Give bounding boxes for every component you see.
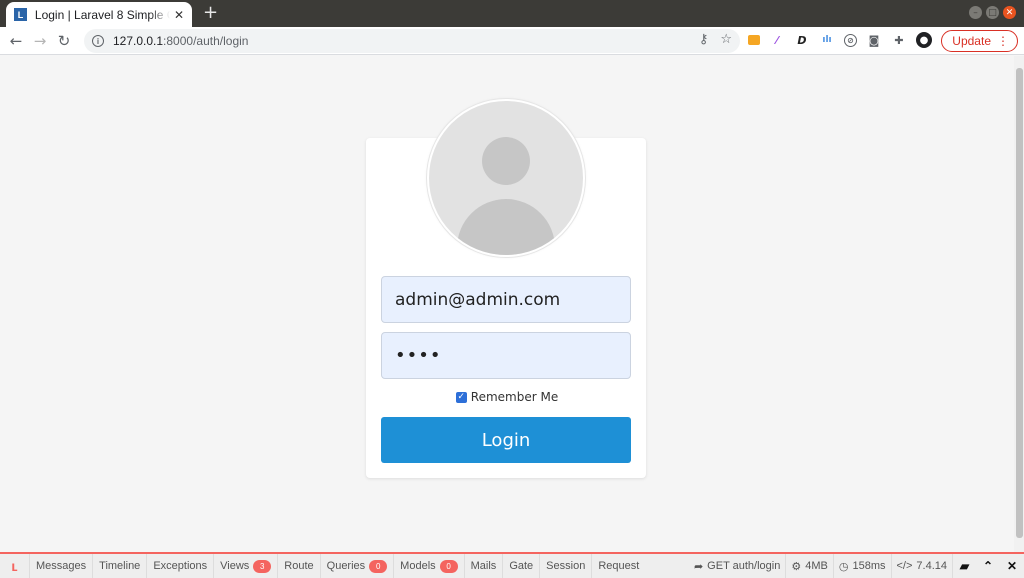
debugbar-tab-messages[interactable]: Messages [30,554,94,578]
debugbar-tab-models[interactable]: Models 0 [394,554,465,578]
extension-circle-icon[interactable]: ⊘ [844,33,857,47]
scroll-thumb[interactable] [1016,68,1023,538]
time-text: 158ms [852,560,886,572]
request-info[interactable]: ➦ GET auth/login [689,554,785,578]
remember-checkbox[interactable]: ✓ [455,391,467,403]
memory-text: 4MB [805,560,828,572]
debugbar-logo-icon[interactable]: ʟ [0,554,30,578]
debugbar-tab-route[interactable]: Route [278,554,321,578]
window-controls: – □ ✕ [969,6,1016,19]
avatar-icon [427,99,585,257]
tab-label: Request [598,560,640,572]
tab-label: Mails [470,560,497,572]
laravel-debugbar: ʟ Messages Timeline Exceptions Views 3 Ro… [0,552,1024,578]
memory-info[interactable]: ⚙ 4MB [785,554,833,578]
extension-orange-icon[interactable] [748,35,760,45]
back-arrow-icon[interactable]: ← [4,29,28,53]
php-version-text: 7.4.14 [916,560,947,572]
extension-icons: ⁄ D ılı ⊘ ◙ ✚ ● [748,32,932,48]
maximize-icon[interactable]: □ [986,6,999,19]
avatar-body [457,199,555,255]
cogs-icon: ⚙ [791,560,802,573]
debugbar-tab-mails[interactable]: Mails [465,554,504,578]
share-arrow-icon: ➦ [693,560,704,573]
tab-label: Messages [36,560,87,572]
reload-icon[interactable]: ↻ [52,29,76,53]
debugbar-tab-gate[interactable]: Gate [503,554,541,578]
code-icon: </> [896,560,913,572]
views-badge: 3 [253,559,272,573]
extension-d-icon[interactable]: D [794,32,810,48]
tab-title: Login | Laravel 8 Simple CRUD [34,7,170,22]
key-icon[interactable]: ⚷ [699,32,709,47]
tab-close-icon[interactable]: ✕ [174,8,184,22]
debugbar-status: ➦ GET auth/login ⚙ 4MB ◷ 158ms </> 7.4.14 ▰ … [689,554,1024,578]
minimize-icon[interactable]: – [969,6,982,19]
debugbar-tab-timeline[interactable]: Timeline [93,554,148,578]
tab-label: Route [284,560,314,572]
bookmark-star-icon[interactable]: ☆ [720,32,732,47]
extension-chart-icon[interactable]: ılı [819,32,835,48]
url-text: 127.0.0.1:8000/auth/login [113,34,248,48]
password-field[interactable]: •••• [381,332,631,379]
extension-feather-icon[interactable]: ⁄ [769,32,785,48]
models-badge: 0 [439,559,458,573]
scrollbar[interactable] [1014,56,1024,552]
laravel-favicon-icon: L [14,8,27,21]
forward-arrow-icon[interactable]: → [28,29,52,53]
info-icon[interactable]: i [92,35,104,47]
tab-label: Views [220,560,250,572]
login-button[interactable]: Login [381,417,631,463]
browser-titlebar: L Login | Laravel 8 Simple CRUD ✕ + – □ … [0,0,1024,27]
tab-label: Gate [509,560,534,572]
update-button[interactable]: Update ⋮ [941,30,1018,52]
debugbar-tab-request[interactable]: Request [592,554,645,578]
php-version-info[interactable]: </> 7.4.14 [890,554,953,578]
puzzle-extensions-icon[interactable]: ✚ [891,32,907,48]
close-debugbar-icon[interactable]: ✕ [1000,554,1024,578]
folder-open-icon[interactable]: ▰ [952,554,976,578]
browser-tab[interactable]: L Login | Laravel 8 Simple CRUD ✕ [6,2,192,27]
time-info[interactable]: ◷ 158ms [832,554,891,578]
remember-me[interactable]: ✓ Remember Me [0,390,1014,404]
profile-avatar-icon[interactable]: ● [916,32,932,48]
tab-label: Models [400,560,436,572]
clock-icon: ◷ [838,560,849,573]
url-host: 127.0.0.1 [113,34,164,48]
tab-label: Session [546,560,586,572]
url-path: :8000/auth/login [163,34,249,48]
debugbar-tab-queries[interactable]: Queries 0 [321,554,395,578]
queries-badge: 0 [369,559,388,573]
remember-label: Remember Me [470,390,559,404]
request-text: GET auth/login [707,560,781,572]
tab-label: Exceptions [153,560,208,572]
debugbar-tab-exceptions[interactable]: Exceptions [147,554,215,578]
close-window-icon[interactable]: ✕ [1003,6,1016,19]
browser-toolbar: ← → ↻ i 127.0.0.1:8000/auth/login ⚷ ☆ ⁄ … [0,27,1024,55]
update-label: Update [952,34,991,48]
address-bar[interactable]: i 127.0.0.1:8000/auth/login ⚷ ☆ [84,29,740,53]
debugbar-tab-views[interactable]: Views 3 [214,554,279,578]
tab-label: Queries [326,560,366,572]
email-field[interactable]: admin@admin.com [381,276,631,323]
camera-icon[interactable]: ◙ [866,32,882,48]
avatar-head [482,137,530,185]
kebab-menu-icon: ⋮ [997,34,1009,48]
debugbar-tab-session[interactable]: Session [540,554,593,578]
tab-label: Timeline [99,560,141,572]
new-tab-button[interactable]: + [203,4,218,22]
chevron-up-icon[interactable]: ⌃ [976,554,1000,578]
